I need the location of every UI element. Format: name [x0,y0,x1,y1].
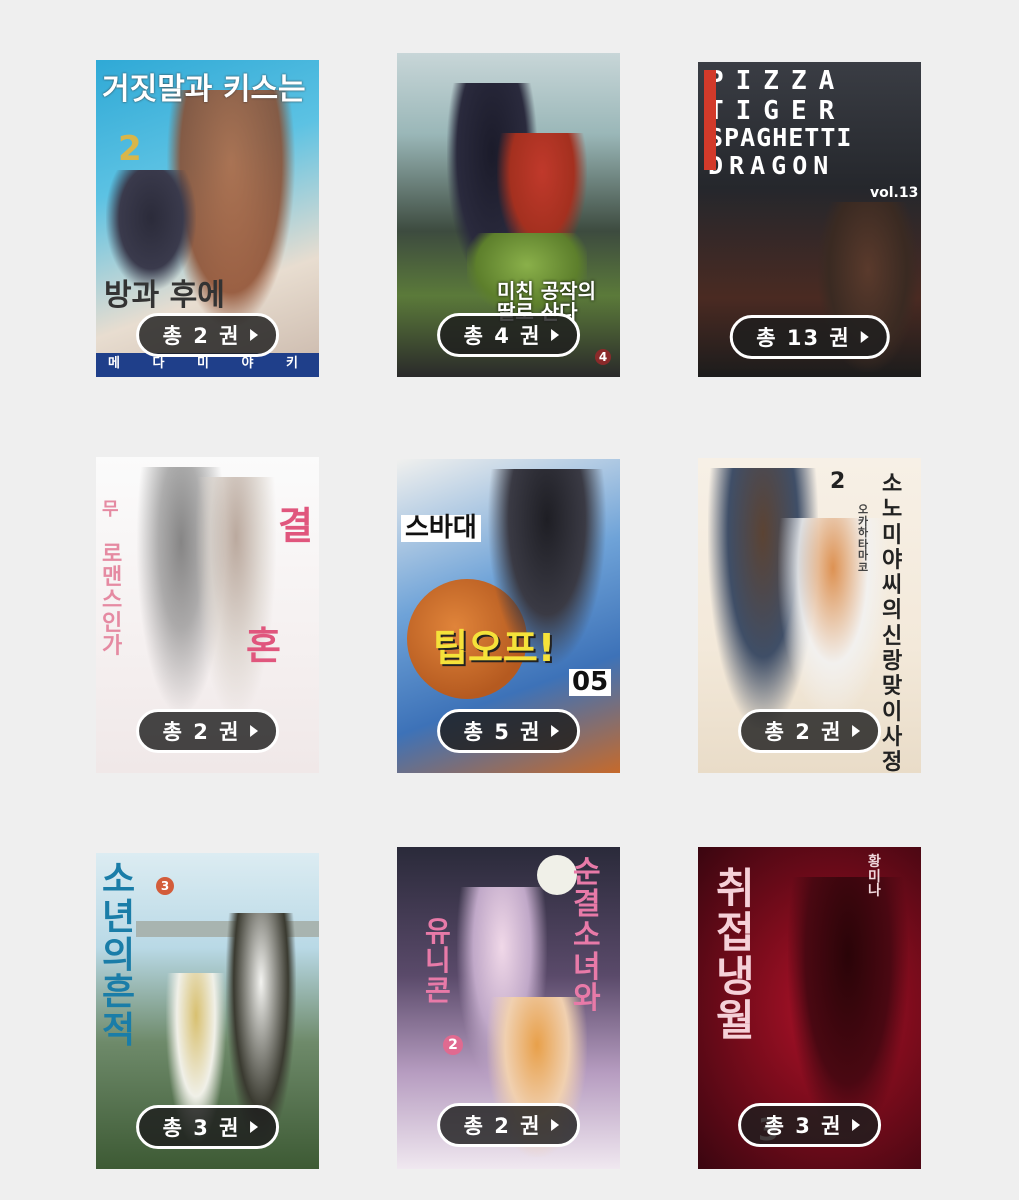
cover-title-char-2: 혼 [246,624,281,668]
book-card-7[interactable]: 소년의 흔적 3 총 3 권 [96,853,319,1169]
cover-title: 취접냉월 [716,864,755,1046]
book-card-1[interactable]: 거짓말과 키스는 2 방과 후에 메 다 미 야 키 총 2 권 [96,60,319,377]
book-card-2[interactable]: 미친 공작의 딸로 산다 4 총 4 권 [397,53,620,377]
cover-art-figure [106,170,196,290]
book-card-5[interactable]: 스바대 팁오프! 05 총 5 권 [397,459,620,773]
book-grid: 거짓말과 키스는 2 방과 후에 메 다 미 야 키 총 2 권 미친 공작의 … [0,0,1019,1200]
cover-art-figure [788,877,908,1137]
cover-volume: 2 [118,129,142,169]
cover-volume: 05 [569,668,612,697]
chevron-right-icon [551,1119,560,1131]
book-card-6[interactable]: 소노미야 씨의 신랑맞이 사정 2 오카하타 마코 총 2 권 [698,458,921,773]
chevron-right-icon [860,331,869,343]
volume-count-label: 총 5 권 [463,720,542,744]
volume-count-label: 총 13 권 [756,326,851,350]
volume-count-badge[interactable]: 총 4 권 [436,313,581,357]
cover-title-right: 순결소녀와 [573,855,601,1016]
volume-count-badge[interactable]: 총 2 권 [436,1103,581,1147]
chevron-right-icon [250,329,259,341]
volume-count-label: 총 2 권 [162,720,241,744]
chevron-right-icon [852,1119,861,1131]
cover-title: 소노미야 씨의 신랑맞이 사정 [882,472,903,773]
chevron-right-icon [250,1121,259,1133]
cover-volume: 2 [443,1035,463,1055]
chevron-right-icon [551,725,560,737]
cover-author: 메 다 미 야 키 [108,356,312,371]
cover-title-line-2: TIGER [708,96,847,126]
cover-volume: 2 [830,469,846,494]
volume-count-label: 총 2 권 [463,1114,542,1138]
volume-count-badge[interactable]: 총 13 권 [729,315,890,359]
cover-title-char-1: 결 [278,504,313,548]
cover-author: 오카하타 마코 [858,503,869,574]
volume-count-label: 총 4 권 [463,324,542,348]
book-card-9[interactable]: 취접냉월 3 황미나 총 3 권 [698,847,921,1169]
volume-count-label: 총 3 권 [764,1114,843,1138]
cover-title: 거짓말과 키스는 [102,72,306,107]
volume-count-badge[interactable]: 총 3 권 [135,1105,280,1149]
chevron-right-icon [852,725,861,737]
cover-subtitle-prefix: 무 [102,499,119,520]
cover-title-line-4: DRAGON [708,151,835,180]
volume-count-badge[interactable]: 총 2 권 [135,313,280,357]
cover-volume: 3 [156,877,174,895]
cover-title: 팁오프! [433,626,556,670]
cover-volume: 4 [595,349,611,365]
book-card-3[interactable]: PIZZA TIGER SPAGHETTI DRAGON vol.13 총 13… [698,62,921,377]
volume-count-label: 총 2 권 [764,720,843,744]
volume-count-badge[interactable]: 총 5 권 [436,709,581,753]
cover-accent-bar [704,70,716,170]
volume-count-label: 총 2 권 [162,324,241,348]
cover-subtitle: 방과 후에 [104,278,225,313]
cover-title-line-3: SPAGHETTI [708,123,853,152]
cover-title-left: 유니콘 [425,915,451,1007]
cover-art-figure [196,477,276,717]
cover-subtitle: 로맨스인가 [102,542,123,660]
cover-title-line-1: PIZZA [708,66,847,96]
volume-count-label: 총 3 권 [162,1116,241,1140]
cover-volume: vol.13 [870,185,919,201]
book-card-8[interactable]: 유니콘 순결소녀와 2 총 2 권 [397,847,620,1169]
book-card-4[interactable]: 결 혼 로맨스인가 무 총 2 권 [96,457,319,773]
cover-title: 소년의 흔적 [102,859,136,1052]
chevron-right-icon [250,725,259,737]
volume-count-badge[interactable]: 총 2 권 [737,709,882,753]
cover-label: 스바대 [401,514,481,543]
cover-author: 황미나 [868,854,881,900]
chevron-right-icon [551,329,560,341]
volume-count-badge[interactable]: 총 2 권 [135,709,280,753]
volume-count-badge[interactable]: 총 3 권 [737,1103,882,1147]
